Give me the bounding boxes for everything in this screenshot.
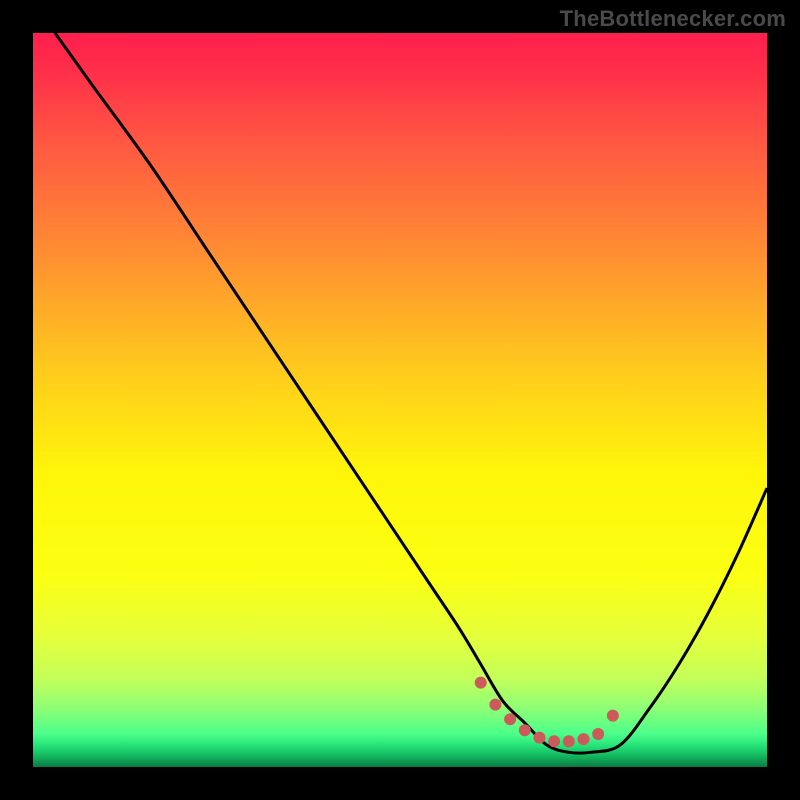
chart-svg bbox=[33, 33, 767, 767]
highlight-dot bbox=[504, 713, 516, 725]
highlight-dot bbox=[489, 699, 501, 711]
highlight-dot bbox=[548, 735, 560, 747]
gradient-background bbox=[33, 33, 767, 767]
watermark-text: TheBottlenecker.com bbox=[560, 6, 786, 32]
highlight-dot bbox=[607, 710, 619, 722]
highlight-dot bbox=[519, 724, 531, 736]
highlight-dot bbox=[533, 732, 545, 744]
chart-area bbox=[33, 33, 767, 767]
highlight-dot bbox=[563, 735, 575, 747]
highlight-dot bbox=[475, 677, 487, 689]
highlight-dot bbox=[578, 733, 590, 745]
highlight-dot bbox=[592, 728, 604, 740]
